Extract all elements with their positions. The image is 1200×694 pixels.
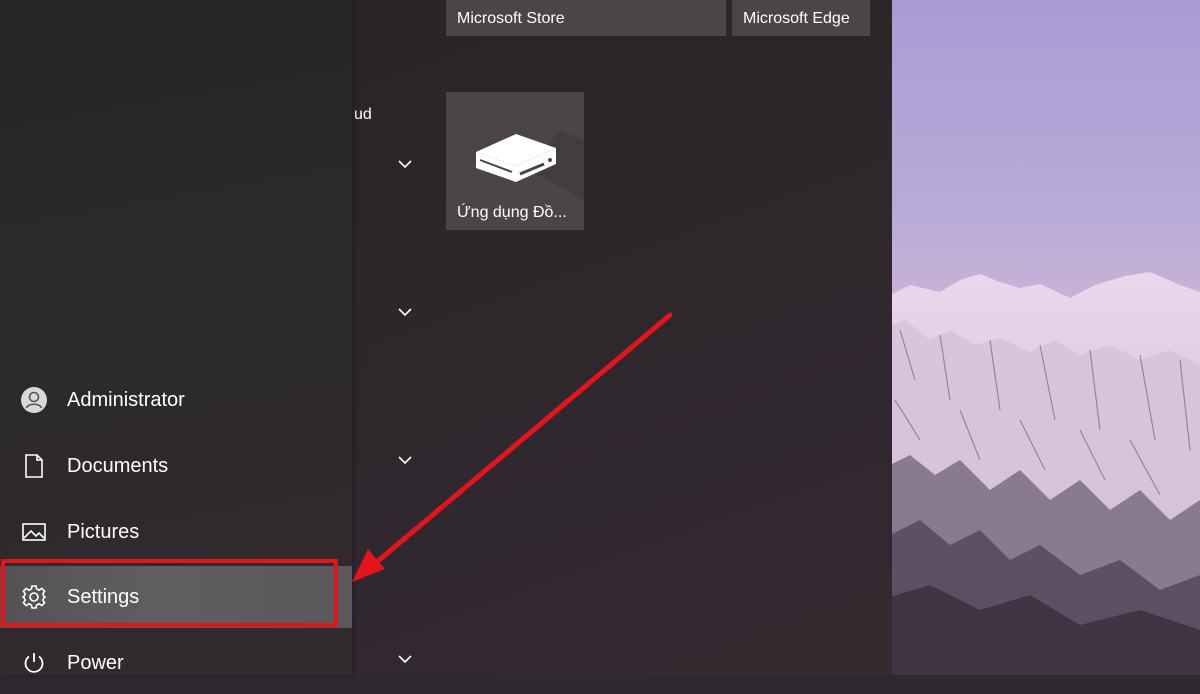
user-avatar-icon	[20, 386, 48, 414]
nav-item-label: Documents	[67, 454, 169, 477]
power-icon	[20, 649, 48, 677]
picture-icon	[20, 518, 48, 546]
start-nav-pane: Administrator Documents Pictures Setting…	[0, 0, 352, 675]
nav-item-label: Pictures	[67, 520, 140, 543]
microsoft-store-label: Microsoft Store	[457, 10, 565, 27]
chevron-down-icon[interactable]	[396, 652, 414, 666]
app-list-partial-label: ud	[354, 106, 372, 123]
device-box-icon	[472, 130, 584, 205]
chevron-down-icon[interactable]	[396, 305, 414, 319]
chevron-down-icon[interactable]	[396, 453, 414, 467]
nav-item-label: Administrator	[67, 388, 185, 411]
document-icon	[20, 452, 48, 480]
chevron-down-icon[interactable]	[396, 157, 414, 171]
microsoft-edge-label: Microsoft Edge	[743, 10, 850, 27]
gear-icon	[20, 583, 48, 611]
start-menu: Microsoft Store Microsoft Edge Ứng dụng …	[0, 0, 892, 675]
nav-item-administrator[interactable]: Administrator	[0, 369, 352, 431]
microsoft-edge-tile[interactable]: Microsoft Edge	[732, 0, 870, 36]
mountain-landscape	[880, 272, 1200, 675]
nav-item-pictures[interactable]: Pictures	[0, 501, 352, 563]
nav-item-documents[interactable]: Documents	[0, 435, 352, 497]
microsoft-store-tile[interactable]: Microsoft Store	[446, 0, 726, 36]
desktop-wallpaper	[880, 0, 1200, 675]
nav-item-power[interactable]: Power	[0, 632, 352, 694]
app-tile-label: Ứng dụng Đồ...	[457, 204, 567, 221]
app-tile[interactable]: Ứng dụng Đồ...	[446, 92, 584, 230]
nav-item-label: Settings	[67, 585, 140, 608]
nav-item-label: Power	[67, 651, 124, 674]
nav-item-settings[interactable]: Settings	[0, 566, 352, 628]
